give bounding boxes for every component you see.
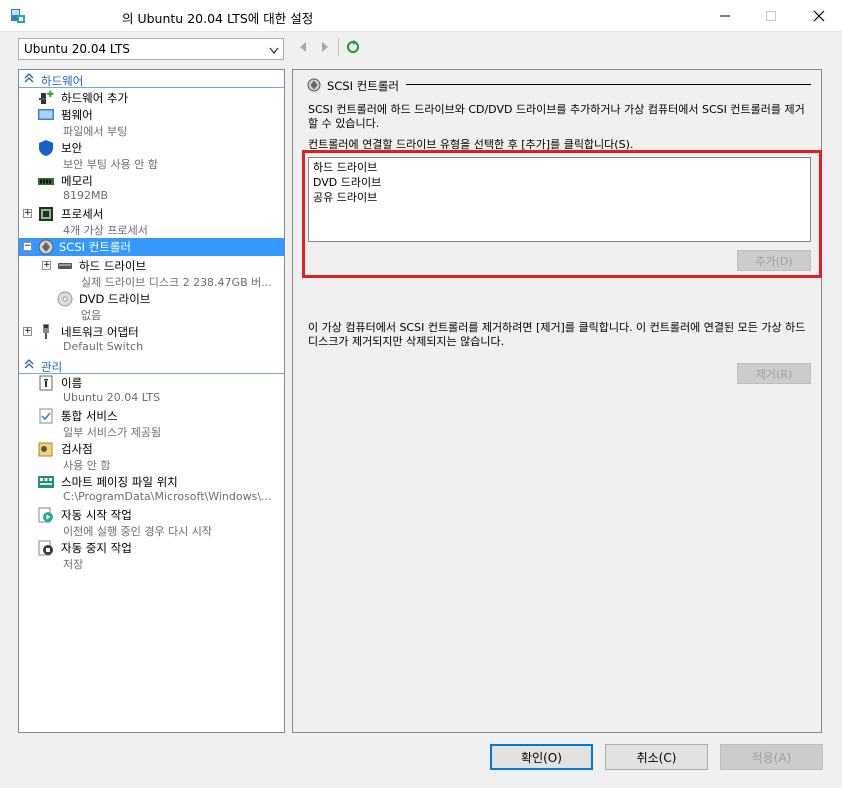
- hardware-section-header[interactable]: 하드웨어: [19, 71, 284, 88]
- vm-select-value: Ubuntu 20.04 LTS: [24, 42, 130, 56]
- tree-item-scsi-controller[interactable]: − SCSI 컨트롤러: [19, 238, 284, 256]
- window-title: 의 Ubuntu 20.04 LTS에 대한 설정: [122, 11, 314, 26]
- tree-item-integration-services[interactable]: 통합 서비스 일부 서비스가 제공됨: [19, 407, 284, 440]
- refresh-icon[interactable]: [346, 40, 360, 57]
- dvd-disc-icon: [57, 291, 73, 307]
- add-hardware-icon: [38, 90, 54, 106]
- scsi-controller-panel: SCSI 컨트롤러 SCSI 컨트롤러에 하드 드라이브와 CD/DVD 드라이…: [292, 69, 822, 733]
- name-tag-icon: [38, 375, 54, 391]
- tree-item-automatic-stop[interactable]: 자동 중지 작업 저장: [19, 539, 284, 572]
- tree-item-hard-drive[interactable]: + 하드 드라이브 실제 드라이브 디스크 2 238.47GB 버...: [19, 257, 284, 290]
- smart-paging-icon: [38, 474, 54, 490]
- management-section-header[interactable]: 관리: [19, 357, 284, 374]
- tree-item-name[interactable]: 이름 Ubuntu 20.04 LTS: [19, 374, 284, 407]
- network-adapter-icon: [38, 324, 54, 340]
- minimize-button[interactable]: [702, 0, 748, 31]
- expand-plus-icon[interactable]: +: [23, 327, 32, 336]
- hard-drive-icon: [57, 258, 73, 274]
- collapse-caret-icon: [24, 359, 34, 372]
- hardware-header-label: 하드웨어: [41, 74, 84, 88]
- scsi-controller-icon: [38, 239, 54, 255]
- toolbar-divider: [338, 38, 339, 56]
- cancel-button[interactable]: 취소(C): [605, 744, 708, 770]
- integration-services-icon: [38, 408, 54, 424]
- expand-plus-icon[interactable]: +: [42, 261, 51, 270]
- auto-stop-icon: [38, 540, 54, 556]
- firmware-icon: [38, 107, 54, 123]
- tree-item-memory[interactable]: 메모리 8192MB: [19, 172, 284, 205]
- shield-icon: [38, 140, 54, 156]
- chevron-down-icon: [269, 44, 279, 58]
- management-header-label: 관리: [41, 360, 63, 374]
- memory-chip-icon: [38, 173, 54, 189]
- remove-description: 이 가상 컴퓨터에서 SCSI 컨트롤러를 제거하려면 [제거]를 클릭합니다.…: [308, 321, 806, 348]
- close-button[interactable]: [796, 0, 842, 31]
- tree-item-firmware[interactable]: 펌웨어 파일에서 부팅: [19, 106, 284, 139]
- tree-item-checkpoints[interactable]: 검사점 사용 안 함: [19, 440, 284, 473]
- maximize-button[interactable]: [748, 0, 794, 31]
- title-bar: 의 Ubuntu 20.04 LTS에 대한 설정: [0, 0, 842, 32]
- tree-item-processor[interactable]: + 프로세서 4개 가상 프로세서: [19, 205, 284, 238]
- vm-select-dropdown[interactable]: Ubuntu 20.04 LTS: [18, 38, 284, 60]
- collapse-caret-icon: [24, 73, 34, 86]
- processor-icon: [38, 206, 54, 222]
- tree-item-security[interactable]: 보안 보안 부팅 사용 안 함: [19, 139, 284, 172]
- tree-item-network-adapter[interactable]: + 네트워크 어댑터 Default Switch: [19, 323, 284, 356]
- tree-item-smart-paging[interactable]: 스마트 페이징 파일 위치 C:\ProgramData\Microsoft\W…: [19, 473, 284, 506]
- ok-button[interactable]: 확인(O): [490, 744, 593, 770]
- back-arrow-icon[interactable]: [298, 40, 308, 57]
- auto-start-icon: [38, 507, 54, 523]
- settings-tree: 하드웨어 하드웨어 추가 펌웨어 파일에서 부팅 보안 보안 부팅 사용 안 함…: [18, 69, 285, 733]
- apply-button[interactable]: 적용(A): [720, 744, 823, 770]
- highlight-box: [302, 150, 822, 278]
- title-divider: [406, 84, 811, 85]
- remove-button[interactable]: 제거(R): [737, 363, 811, 384]
- scsi-controller-icon: [307, 78, 321, 95]
- panel-title: SCSI 컨트롤러: [327, 79, 399, 93]
- tree-item-automatic-start[interactable]: 자동 시작 작업 이전에 실행 중인 경우 다시 시작: [19, 506, 284, 539]
- hyperv-settings-icon: [9, 7, 27, 25]
- close-icon: [813, 10, 825, 21]
- checkpoint-icon: [38, 441, 54, 457]
- panel-description: SCSI 컨트롤러에 하드 드라이브와 CD/DVD 드라이브를 추가하거나 가…: [308, 103, 805, 130]
- forward-arrow-icon[interactable]: [320, 40, 330, 57]
- collapse-minus-icon[interactable]: −: [23, 242, 32, 251]
- tree-item-dvd-drive[interactable]: DVD 드라이브 없음: [19, 290, 284, 323]
- expand-plus-icon[interactable]: +: [23, 209, 32, 218]
